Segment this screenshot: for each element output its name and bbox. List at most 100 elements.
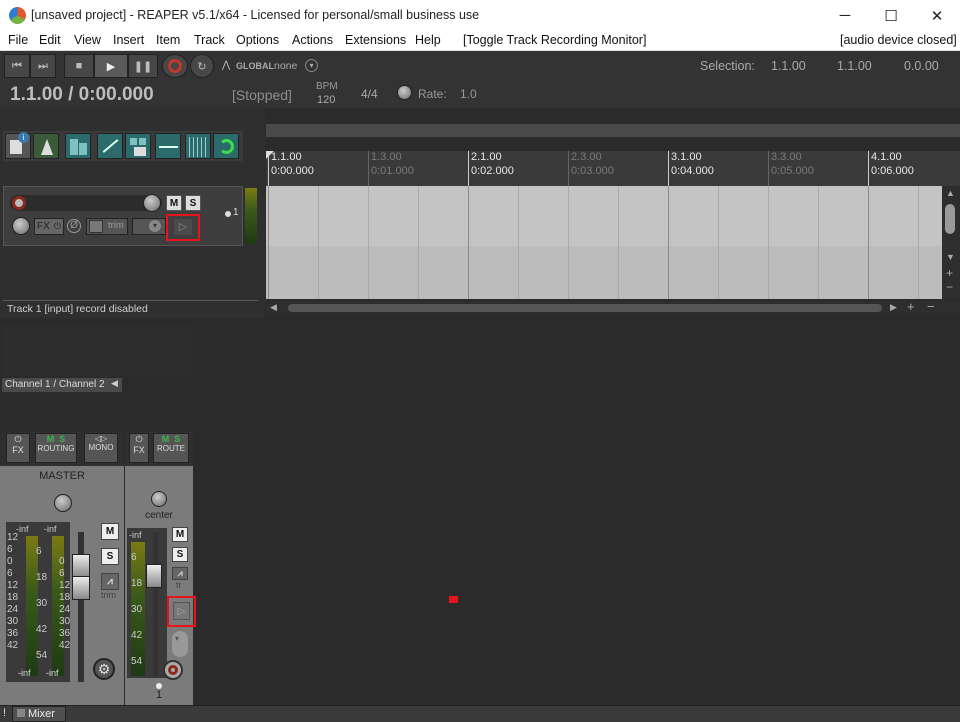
rate-knob[interactable]	[397, 85, 412, 100]
global-automation-value[interactable]: none	[274, 60, 297, 72]
track1-mute-button[interactable]: M	[172, 527, 188, 542]
timeline-ruler[interactable]: 1.1.00 0:00.000 1.3.00 0:01.000 2.1.00 0:02.0…	[266, 151, 960, 186]
master-envelope-button[interactable]: ⩘	[101, 573, 119, 590]
input-select-button[interactable]: ▾	[132, 218, 166, 235]
maximize-button[interactable]: ☐	[868, 0, 914, 31]
menu-item[interactable]: Item	[156, 33, 180, 47]
track-solo-button[interactable]: S	[185, 195, 201, 211]
rate-value[interactable]: 1.0	[460, 87, 477, 101]
menu-actions[interactable]: Actions	[292, 33, 333, 47]
item-grouping-icon[interactable]	[125, 133, 151, 159]
zoom-in-horizontal-icon[interactable]: +	[907, 299, 915, 314]
scroll-down-icon[interactable]: ▼	[946, 252, 955, 262]
track-fx-button[interactable]: FX ⏻	[34, 218, 64, 235]
chevron-left-icon[interactable]: ◀	[111, 378, 118, 389]
envelope-points-icon[interactable]	[155, 133, 181, 159]
menu-insert[interactable]: Insert	[113, 33, 144, 47]
track1-record-arm-button[interactable]	[163, 660, 183, 680]
grid-snap-icon[interactable]	[65, 133, 91, 159]
menu-edit[interactable]: Edit	[39, 33, 61, 47]
track1-record-monitor-button[interactable]: ▷	[173, 602, 190, 620]
minimize-button[interactable]: ─	[822, 0, 868, 31]
master-fader-lower[interactable]	[72, 576, 90, 600]
pan-knob[interactable]	[12, 217, 30, 235]
record-button[interactable]	[162, 54, 188, 78]
repeat-button[interactable]: ↻	[190, 54, 214, 78]
track1-route-button[interactable]: M S ROUTE	[153, 433, 189, 463]
track1-fader[interactable]	[146, 564, 162, 588]
metronome-icon[interactable]	[33, 133, 59, 159]
master-label: MASTER	[0, 466, 124, 486]
menu-track[interactable]: Track	[194, 33, 225, 47]
menu-view[interactable]: View	[74, 33, 101, 47]
position-display[interactable]: 1.1.00 / 0:00.000	[10, 84, 154, 106]
envelope-icon: ⋀	[222, 60, 231, 71]
record-arm-button[interactable]	[12, 196, 26, 210]
menu-extensions[interactable]: Extensions	[345, 33, 406, 47]
track1-solo-button[interactable]: S	[172, 547, 188, 562]
ruler-bar-label: 4.1.00	[871, 151, 902, 163]
track1-record-mode-button[interactable]: ▾	[172, 631, 188, 657]
meter-scale-value: 30	[131, 604, 143, 615]
menu-toggle-record-monitor[interactable]: [Toggle Track Recording Monitor]	[463, 33, 646, 47]
mixer-tab[interactable]: Mixer	[12, 706, 66, 722]
time-signature[interactable]: 4/4	[361, 87, 378, 101]
stop-button[interactable]: ■	[64, 54, 94, 78]
gear-icon[interactable]: ⚙	[93, 658, 115, 680]
mixer-tab-icon	[17, 709, 25, 717]
meter-scale-value: 12	[7, 580, 19, 591]
skip-forward-icon: ⏭	[38, 59, 48, 72]
track1-pan-knob[interactable]	[151, 491, 167, 507]
volume-knob[interactable]	[143, 194, 161, 212]
go-to-end-button[interactable]: ⏭	[30, 54, 56, 78]
menu-options[interactable]: Options	[236, 33, 279, 47]
master-pan-knob[interactable]	[54, 494, 72, 512]
pause-button[interactable]: ❚❚	[128, 54, 158, 78]
zoom-out-horizontal-icon[interactable]: −	[927, 299, 935, 314]
envelope-trim-button[interactable]: trim	[86, 218, 128, 235]
ripple-edit-icon[interactable]	[97, 133, 123, 159]
horizontal-scroll-thumb[interactable]	[288, 304, 882, 312]
grid-lines-icon[interactable]	[185, 133, 211, 159]
playhead-marker-icon[interactable]	[266, 151, 274, 159]
ruler-tick	[668, 151, 669, 186]
ruler-region-bar[interactable]	[266, 124, 960, 137]
track-mute-button[interactable]: M	[166, 195, 182, 211]
track1-envelope-button[interactable]: ⩘	[172, 567, 188, 580]
go-to-start-button[interactable]: ⏮	[4, 54, 30, 78]
track-1-panel[interactable]: M S FX ⏻ Ø trim ▾ ▷ 1	[3, 186, 243, 246]
scroll-up-icon[interactable]: ▲	[946, 188, 955, 198]
close-button[interactable]: ✕	[914, 0, 960, 31]
selection-length[interactable]: 0.0.00	[904, 59, 939, 73]
bpm-value[interactable]: 120	[317, 94, 335, 106]
zoom-in-vertical-icon[interactable]: +	[946, 266, 953, 280]
selection-start[interactable]: 1.1.00	[771, 59, 806, 73]
master-mute-button[interactable]: M	[101, 523, 119, 540]
phase-invert-icon[interactable]: Ø	[67, 219, 81, 233]
master-routing-button[interactable]: M S ROUTING	[35, 433, 77, 463]
master-solo-button[interactable]: S	[101, 548, 119, 565]
master-fader[interactable]	[72, 554, 90, 578]
track1-fx-button[interactable]: ⏻ FX	[129, 433, 149, 463]
vertical-scrollbar[interactable]: ▲ ▼ + −	[942, 186, 960, 299]
arrange-view[interactable]	[266, 186, 942, 299]
record-monitor-button[interactable]: ▷	[174, 219, 192, 235]
menu-help[interactable]: Help	[415, 33, 441, 47]
mono-icon: ◁▷	[94, 434, 108, 443]
volume-slider[interactable]	[10, 195, 162, 211]
master-mono-button[interactable]: ◁▷ MONO	[84, 433, 118, 463]
input-selector[interactable]: Channel 1 / Channel 2	[2, 378, 122, 392]
scroll-right-icon[interactable]: ▶	[890, 302, 897, 313]
new-project-icon[interactable]: i	[5, 132, 31, 159]
selection-end[interactable]: 1.1.00	[837, 59, 872, 73]
master-fx-button[interactable]: ⏻ FX	[6, 433, 30, 463]
meter-scale-value: 12	[59, 580, 71, 591]
play-button[interactable]: ▶	[94, 54, 128, 78]
chevron-down-icon[interactable]: ▾	[305, 59, 318, 72]
vertical-scroll-thumb[interactable]	[945, 204, 955, 234]
auto-crossfade-icon[interactable]	[213, 133, 239, 159]
horizontal-scrollbar[interactable]: ◀ ▶ + −	[266, 299, 960, 315]
zoom-out-vertical-icon[interactable]: −	[946, 280, 953, 294]
scroll-left-icon[interactable]: ◀	[270, 302, 277, 313]
menu-file[interactable]: File	[8, 33, 28, 47]
